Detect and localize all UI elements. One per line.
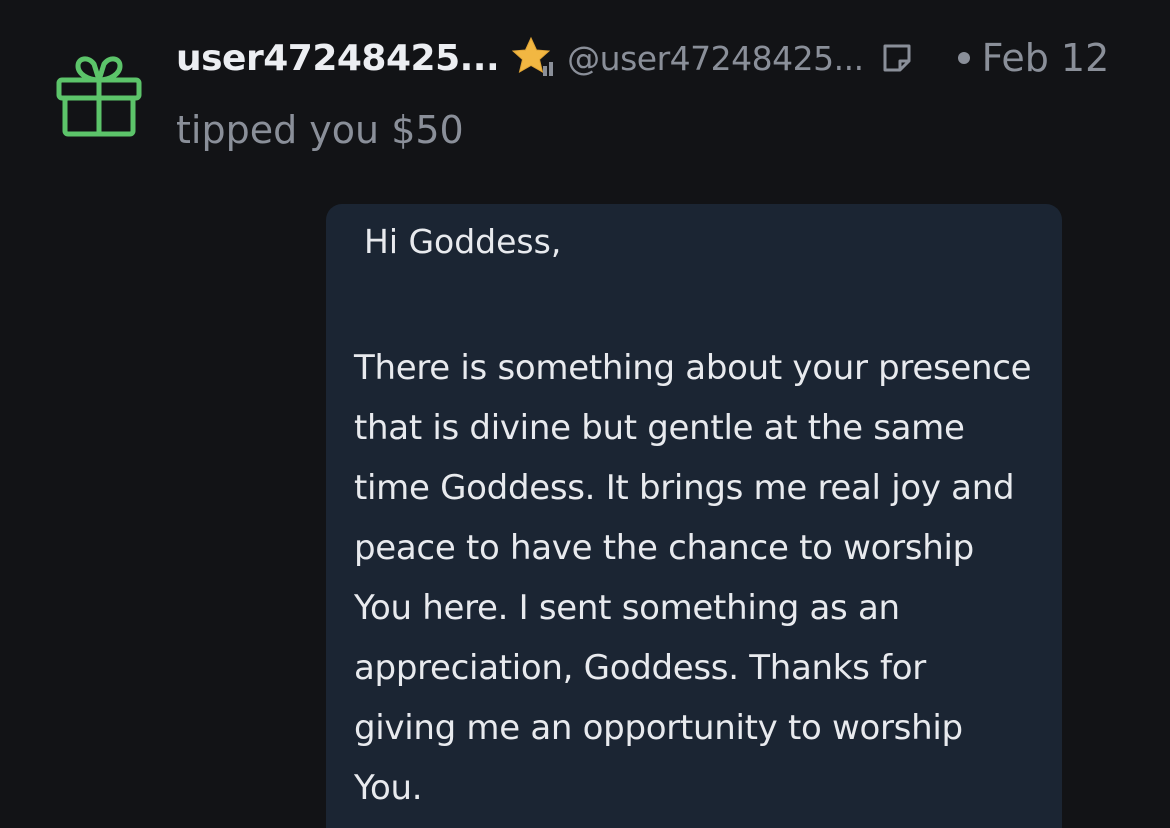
message-line: You here. I sent something as an: [354, 588, 900, 628]
gift-icon: [56, 56, 142, 137]
message-line: that is divine but gentle at the same: [354, 408, 965, 448]
message-line: appreciation, Goddess. Thanks for: [354, 648, 926, 688]
message-line: time Goddess. It brings me real joy and: [354, 468, 1015, 508]
message-line: There is something about your presence: [354, 348, 1032, 388]
notification-date: Feb 12: [981, 36, 1110, 80]
star-badge-icon: [511, 36, 554, 76]
user-handle[interactable]: @user47248425...: [567, 39, 864, 78]
message-greeting: Hi Goddess,: [364, 222, 562, 261]
message-body: There is something about your presence t…: [354, 338, 1054, 818]
message-line: giving me an opportunity to worship: [354, 708, 963, 748]
message-line: peace to have the chance to worship: [354, 528, 974, 568]
notification-header: user47248425... @user47248425... Feb 12: [176, 30, 1156, 86]
tip-text: tipped you: [176, 108, 392, 152]
message-line: You.: [354, 768, 423, 808]
tip-description: tipped you $50: [176, 108, 464, 152]
username-link[interactable]: user47248425...: [176, 38, 500, 79]
separator-dot: [957, 52, 970, 64]
tip-amount: $50: [391, 108, 464, 152]
note-icon[interactable]: [880, 41, 914, 75]
